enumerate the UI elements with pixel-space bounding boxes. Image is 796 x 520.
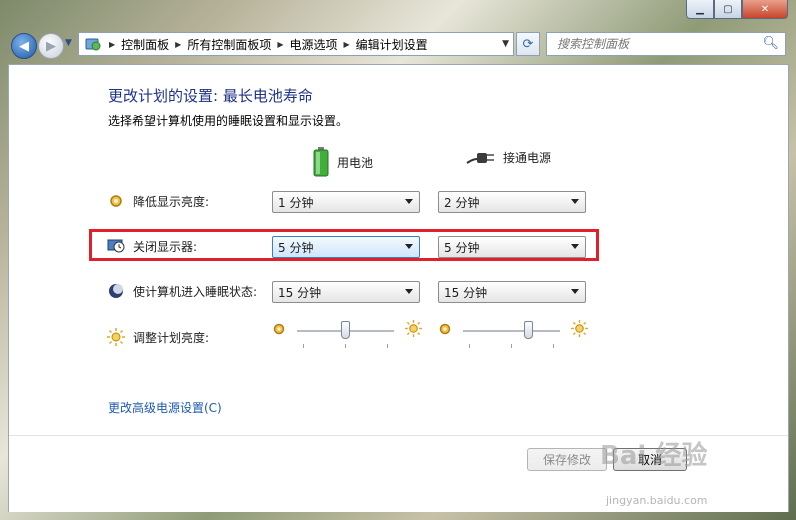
minimize-icon: ▁ xyxy=(696,3,704,15)
watermark-url: jingyan.baidu.com xyxy=(606,494,708,507)
bright-sun-icon xyxy=(571,320,588,340)
navigation-bar: ◀ ▶ ▼ ▶ 控制面板 ▶ 所有控制面板项 ▶ 电源选项 ▶ 编辑计划设置 ▼… xyxy=(0,28,796,62)
brightness-label: 调整计划亮度: xyxy=(133,330,210,345)
close-button[interactable]: ✕ xyxy=(742,0,788,19)
dim-display-plugged-select[interactable]: 2 分钟 xyxy=(438,191,586,213)
dim-display-plugged-value: 2 分钟 xyxy=(444,195,480,210)
dropdown-arrow-icon xyxy=(405,199,413,204)
close-icon: ✕ xyxy=(760,3,770,15)
power-plug-icon xyxy=(466,153,494,164)
battery-label: 用电池 xyxy=(337,155,374,170)
slider-tick xyxy=(345,344,346,348)
search-icon[interactable]: 🔍︎ xyxy=(762,36,779,51)
dim-display-label: 降低显示亮度: xyxy=(133,194,210,209)
turn-off-display-battery-select[interactable]: 5 分钟 xyxy=(272,236,420,258)
chevron-right-icon[interactable]: ▶ xyxy=(109,40,115,49)
turn-off-display-label: 关闭显示器: xyxy=(133,239,198,254)
page-title: 更改计划的设置: 最长电池寿命 xyxy=(108,87,313,105)
row-turn-off-display: 关闭显示器: xyxy=(107,237,197,255)
advanced-power-settings-link[interactable]: 更改高级电源设置(C) xyxy=(108,399,222,416)
slider-track[interactable] xyxy=(463,330,560,333)
slider-tick xyxy=(511,344,512,348)
dropdown-arrow-icon xyxy=(405,244,413,249)
dim-sun-icon xyxy=(273,323,285,338)
slider-thumb[interactable] xyxy=(524,321,534,339)
slider-tick xyxy=(469,344,470,348)
chevron-right-icon[interactable]: ▶ xyxy=(344,40,350,49)
column-header-plugged: 接通电源 xyxy=(465,147,551,167)
battery-icon xyxy=(313,147,329,177)
recent-pages-dropdown[interactable]: ▼ xyxy=(65,38,72,48)
column-header-battery: 用电池 xyxy=(313,147,373,177)
minimize-button[interactable]: ▁ xyxy=(686,0,714,19)
window-controls: ▁ ▢ ✕ xyxy=(686,0,788,19)
brightness-plugged-slider[interactable] xyxy=(439,320,589,351)
sleep-label: 使计算机进入睡眠状态: xyxy=(133,284,258,299)
turn-off-display-battery-value: 5 分钟 xyxy=(278,240,314,255)
row-brightness: 调整计划亮度: xyxy=(107,328,209,346)
refresh-icon: ⟳ xyxy=(522,36,534,52)
save-button[interactable]: 保存修改 xyxy=(527,448,607,471)
chevron-right-icon[interactable]: ▶ xyxy=(175,40,181,49)
dropdown-arrow-icon xyxy=(571,199,579,204)
slider-tick xyxy=(303,344,304,348)
back-arrow-icon: ◀ xyxy=(19,38,29,54)
slider-thumb[interactable] xyxy=(341,321,350,339)
sun-icon xyxy=(107,328,125,346)
row-dim-display: 降低显示亮度: xyxy=(107,192,209,210)
search-box[interactable]: 🔍︎ xyxy=(546,32,786,56)
sleep-battery-value: 15 分钟 xyxy=(278,285,322,300)
bright-sun-icon xyxy=(405,320,422,340)
search-input[interactable] xyxy=(555,36,759,52)
breadcrumb-all-items[interactable]: 所有控制面板项 xyxy=(187,36,271,53)
dropdown-arrow-icon xyxy=(571,244,579,249)
chevron-right-icon[interactable]: ▶ xyxy=(277,40,283,49)
dim-display-battery-value: 1 分钟 xyxy=(278,195,314,210)
watermark-logo: Bai 经验 xyxy=(600,441,708,471)
sleep-battery-select[interactable]: 15 分钟 xyxy=(272,281,420,303)
maximize-button[interactable]: ▢ xyxy=(714,0,742,19)
forward-button[interactable]: ▶ xyxy=(38,33,64,59)
title-bar: ▁ ▢ ✕ xyxy=(0,0,796,28)
refresh-button[interactable]: ⟳ xyxy=(516,32,540,56)
moon-icon xyxy=(107,282,125,300)
dropdown-arrow-icon xyxy=(405,289,413,294)
sleep-plugged-value: 15 分钟 xyxy=(444,285,488,300)
control-panel-icon xyxy=(83,34,103,54)
sleep-plugged-select[interactable]: 15 分钟 xyxy=(438,281,586,303)
dim-brightness-icon xyxy=(107,192,125,210)
address-bar[interactable]: ▶ 控制面板 ▶ 所有控制面板项 ▶ 电源选项 ▶ 编辑计划设置 ▼ xyxy=(78,32,514,56)
dropdown-arrow-icon xyxy=(571,289,579,294)
breadcrumb-power-options[interactable]: 电源选项 xyxy=(290,36,338,53)
brightness-battery-slider[interactable] xyxy=(273,320,423,351)
slider-tick xyxy=(553,344,554,348)
back-button[interactable]: ◀ xyxy=(11,33,37,59)
maximize-icon: ▢ xyxy=(723,3,733,15)
dim-sun-icon xyxy=(439,323,451,338)
breadcrumb-edit-plan[interactable]: 编辑计划设置 xyxy=(356,36,428,53)
turn-off-display-plugged-select[interactable]: 5 分钟 xyxy=(438,236,586,258)
dim-display-battery-select[interactable]: 1 分钟 xyxy=(272,191,420,213)
turn-off-display-plugged-value: 5 分钟 xyxy=(444,240,480,255)
page-subtitle: 选择希望计算机使用的睡眠设置和显示设置。 xyxy=(108,114,349,128)
display-clock-icon xyxy=(107,237,125,255)
plugged-label: 接通电源 xyxy=(503,150,552,165)
slider-tick xyxy=(387,344,388,348)
forward-arrow-icon: ▶ xyxy=(46,38,56,54)
breadcrumb-control-panel[interactable]: 控制面板 xyxy=(121,36,169,53)
row-sleep: 使计算机进入睡眠状态: xyxy=(107,282,257,300)
address-dropdown-icon[interactable]: ▼ xyxy=(502,39,509,49)
